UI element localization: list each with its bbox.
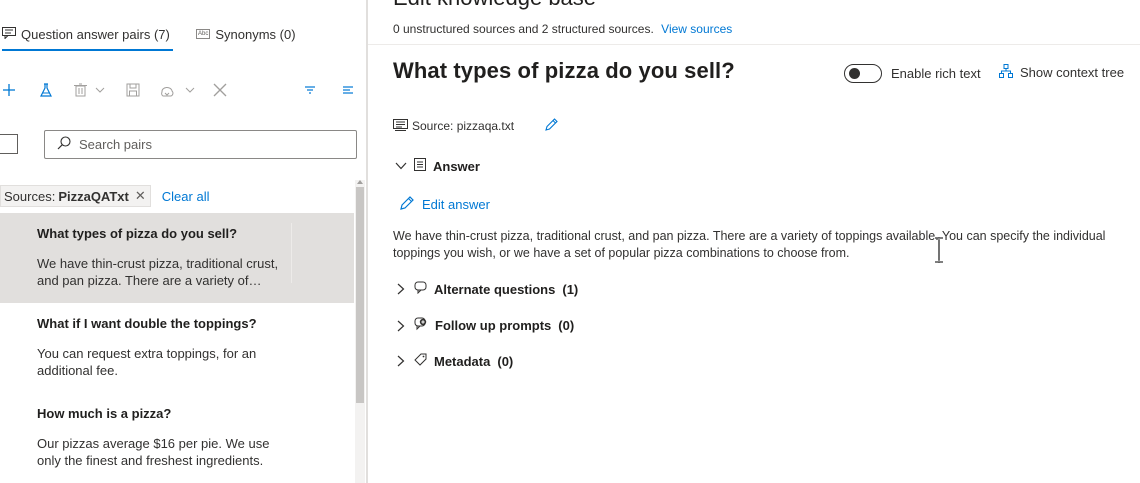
- filter-icon[interactable]: [302, 78, 318, 102]
- list-item-answer: Our pizzas average $16 per pie. We use o…: [37, 436, 270, 468]
- chevron-down-icon: [395, 159, 407, 173]
- chevron-right-icon: [395, 282, 407, 296]
- source-label: Source: pizzaqa.txt: [412, 119, 515, 133]
- search-icon: [57, 136, 71, 153]
- question-title: What types of pizza do you sell?: [393, 58, 735, 83]
- scroll-up-icon[interactable]: [357, 180, 363, 184]
- section-label: Alternate questions: [434, 281, 556, 297]
- rich-text-toggle-group: Enable rich text: [844, 64, 981, 83]
- answer-text[interactable]: We have thin-crust pizza, traditional cr…: [393, 228, 1140, 262]
- list-item[interactable]: What types of pizza do you sell? We have…: [0, 213, 354, 303]
- list-item[interactable]: How much is a pizza? Our pizzas average …: [0, 393, 354, 483]
- answer-section-header[interactable]: Answer: [395, 158, 480, 174]
- tab-label: Synonyms (0): [215, 26, 296, 42]
- follow-up-icon: [414, 317, 428, 334]
- qa-pairs-icon: [2, 26, 16, 42]
- source-row: Source: pizzaqa.txt: [393, 117, 559, 135]
- speech-bubble-icon: [414, 281, 427, 297]
- chip-value: PizzaQATxt: [58, 188, 129, 204]
- editor-pane: Edit knowledge base 0 unstructured sourc…: [368, 0, 1140, 483]
- view-sources-link[interactable]: View sources: [661, 22, 732, 36]
- rich-text-toggle[interactable]: [844, 64, 882, 83]
- metadata-header[interactable]: Metadata (0): [395, 353, 513, 369]
- list-item-answer: We have thin-crust pizza, traditional cr…: [37, 256, 279, 288]
- list-item-question: How much is a pizza?: [37, 406, 172, 421]
- tab-synonyms[interactable]: Abc Synonyms (0): [196, 22, 306, 46]
- tab-question-answer-pairs[interactable]: Question answer pairs (7): [2, 22, 173, 51]
- document-icon: [393, 118, 408, 134]
- edit-answer-label: Edit answer: [422, 197, 490, 212]
- close-icon[interactable]: [210, 78, 230, 102]
- remove-filter-icon[interactable]: ✕: [135, 188, 146, 204]
- section-count: (0): [558, 318, 575, 333]
- section-label: Follow up prompts: [435, 318, 552, 333]
- search-box: [44, 130, 357, 159]
- list-item-question: What if I want double the toppings?: [37, 316, 257, 331]
- answer-section-label: Answer: [433, 158, 480, 174]
- active-filters: Sources: PizzaQATxt ✕ Clear all: [0, 185, 209, 207]
- sources-summary-text: 0 unstructured sources and 2 structured …: [393, 22, 654, 36]
- section-label: Metadata: [434, 353, 491, 369]
- question-list-pane: Question answer pairs (7) Abc Synonyms (…: [0, 0, 366, 483]
- search-input[interactable]: [79, 137, 319, 152]
- list-toolbar: [0, 78, 366, 104]
- source-filter-chip: Sources: PizzaQATxt ✕: [0, 185, 151, 207]
- sync-icon[interactable]: [157, 78, 199, 102]
- section-count: (0): [497, 353, 514, 369]
- clear-all-link[interactable]: Clear all: [162, 189, 210, 204]
- edit-source-icon[interactable]: [544, 117, 559, 135]
- list-item-question: What types of pizza do you sell?: [37, 226, 238, 241]
- rich-text-label: Enable rich text: [891, 66, 981, 81]
- section-count: (1): [562, 281, 579, 297]
- chevron-right-icon: [395, 319, 407, 333]
- show-context-tree-button[interactable]: Show context tree: [999, 64, 1124, 81]
- follow-up-prompts-header[interactable]: Follow up prompts (0): [395, 317, 574, 334]
- header-divider: [368, 44, 1140, 45]
- list-scrollbar[interactable]: [355, 180, 365, 483]
- list-item[interactable]: What if I want double the toppings? You …: [0, 303, 354, 393]
- qa-list: What types of pizza do you sell? We have…: [0, 213, 354, 483]
- tag-icon: [414, 353, 427, 369]
- context-tree-icon: [999, 64, 1013, 81]
- tab-label: Question answer pairs (7): [21, 26, 170, 42]
- answer-icon: [414, 158, 426, 174]
- sort-icon[interactable]: [340, 78, 356, 102]
- page-title: Edit knowledge base: [393, 0, 596, 11]
- text-cursor-icon: [934, 237, 944, 266]
- pencil-icon: [399, 195, 415, 214]
- scrollbar-thumb[interactable]: [356, 187, 364, 403]
- synonyms-icon: Abc: [196, 29, 211, 39]
- select-all-checkbox[interactable]: [0, 134, 18, 154]
- alternate-questions-header[interactable]: Alternate questions (1): [395, 281, 578, 297]
- save-icon[interactable]: [124, 78, 142, 102]
- add-icon[interactable]: [0, 78, 18, 102]
- sources-summary: 0 unstructured sources and 2 structured …: [393, 22, 732, 36]
- context-tree-label: Show context tree: [1020, 65, 1125, 80]
- chip-prefix: Sources:: [4, 188, 56, 204]
- delete-icon[interactable]: [70, 78, 110, 102]
- edit-answer-button[interactable]: Edit answer: [399, 195, 490, 214]
- list-item-answer: You can request extra toppings, for an a…: [37, 346, 257, 378]
- chevron-right-icon: [395, 354, 407, 368]
- flask-test-icon[interactable]: [37, 78, 55, 102]
